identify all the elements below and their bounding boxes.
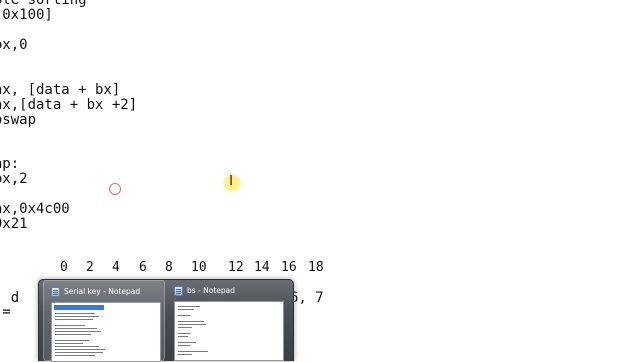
offset-number: 2 xyxy=(86,260,94,275)
code-line: noswap xyxy=(0,112,37,128)
offset-number: 0 xyxy=(60,260,68,275)
byte-offset-ruler: 0 2 4 6 8 10 12 14 16 18 xyxy=(0,260,640,276)
offset-number: 16 xyxy=(281,260,297,275)
text-ibeam-cursor-icon: I xyxy=(229,174,233,189)
taskbar-thumbnail-popup: Serial key - Notepad bs - Notepad xyxy=(38,279,294,362)
code-line: bx = xyxy=(2,304,11,320)
click-indicator-icon xyxy=(109,183,121,195)
thumbnail-title: bs - Notepad xyxy=(187,286,236,295)
thumbnail-window-preview xyxy=(51,302,161,362)
offset-number: 4 xyxy=(112,260,120,275)
offset-number: 10 xyxy=(191,260,207,275)
code-line: v ax, [data + bx] xyxy=(0,82,121,98)
code-line: t ax,0x4c00 xyxy=(0,201,70,217)
code-line: d bx,2 xyxy=(0,171,28,187)
code-line-data-tail: 6, 7 xyxy=(290,290,324,306)
code-line: swap: xyxy=(0,156,20,172)
offset-number: 8 xyxy=(165,260,173,275)
thumbnail-bs-notepad[interactable]: bs - Notepad xyxy=(167,280,289,361)
code-line: rg 0x100] xyxy=(2,7,53,23)
offset-number: 14 xyxy=(254,260,270,275)
offset-number: 18 xyxy=(308,260,324,275)
offset-number: 12 xyxy=(228,260,244,275)
code-line: v bx,0 xyxy=(0,37,28,53)
notepad-icon xyxy=(51,287,60,297)
code-line: p ax,[data + bx +2] xyxy=(0,97,138,113)
thumbnail-title: Serial key - Notepad xyxy=(64,287,141,296)
thumbnail-serial-key-notepad[interactable]: Serial key - Notepad xyxy=(43,280,165,362)
thumbnail-window-preview xyxy=(174,301,284,361)
offset-number: 6 xyxy=(139,260,147,275)
code-line: t 0x21 xyxy=(0,216,28,232)
notepad-icon xyxy=(174,286,183,296)
